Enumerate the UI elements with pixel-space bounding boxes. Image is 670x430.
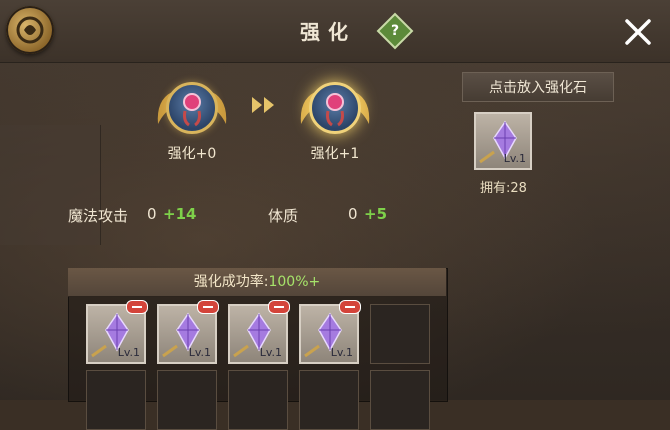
item-icon: [309, 82, 361, 134]
slot-level: Lv.1: [259, 346, 282, 359]
current-item-slot[interactable]: [157, 76, 227, 140]
item-level: Lv.1: [503, 152, 526, 165]
stat-magic-attack-bonus: +14: [163, 205, 197, 223]
add-enhance-stone-button[interactable]: 点击放入强化石: [462, 72, 614, 102]
stat-magic-attack-label: 魔法攻击: [68, 207, 129, 225]
chain-icon: [479, 150, 495, 164]
remove-icon[interactable]: [268, 300, 290, 314]
slot-level: Lv.1: [330, 346, 353, 359]
success-rate-value: 100%+: [268, 274, 321, 290]
empty-slot[interactable]: [370, 370, 430, 430]
stat-constitution-bonus: +5: [364, 205, 388, 223]
material-slot[interactable]: Lv.1: [299, 300, 361, 364]
chain-icon: [304, 344, 320, 358]
remove-icon[interactable]: [339, 300, 361, 314]
enhance-stone-item[interactable]: Lv.1: [474, 112, 532, 170]
stat-magic-attack-base: 0: [147, 205, 157, 223]
success-rate-bar: 强化成功率:100%+: [68, 268, 446, 297]
chain-icon: [233, 344, 249, 358]
double-arrow-icon: [252, 97, 274, 113]
empty-slot[interactable]: [86, 370, 146, 430]
next-level-label: 强化+1: [310, 146, 360, 162]
background-panel: [0, 125, 101, 245]
empty-slot[interactable]: [228, 370, 288, 430]
owned-count: 拥有:28: [480, 181, 527, 196]
empty-slot[interactable]: [299, 370, 359, 430]
slot-level: Lv.1: [188, 346, 211, 359]
remove-icon[interactable]: [126, 300, 148, 314]
slot-level: Lv.1: [117, 346, 140, 359]
stat-constitution-base: 0: [348, 205, 358, 223]
next-item-slot[interactable]: [300, 76, 370, 140]
remove-icon[interactable]: [197, 300, 219, 314]
empty-slot[interactable]: [157, 370, 217, 430]
material-slot[interactable]: Lv.1: [157, 300, 219, 364]
close-icon: [625, 19, 651, 45]
close-button[interactable]: [622, 16, 654, 48]
item-icon: [166, 82, 218, 134]
empty-slot[interactable]: [370, 304, 430, 364]
help-icon: ?: [390, 23, 400, 39]
chain-icon: [162, 344, 178, 358]
chain-icon: [91, 344, 107, 358]
page-title: 强化: [300, 20, 356, 44]
current-level-label: 强化+0: [167, 146, 217, 162]
material-slot[interactable]: Lv.1: [228, 300, 290, 364]
success-rate-label: 强化成功率:: [193, 274, 269, 290]
material-slot[interactable]: Lv.1: [86, 300, 148, 364]
emblem-icon[interactable]: [6, 6, 54, 54]
stat-constitution-label: 体质: [268, 207, 299, 225]
